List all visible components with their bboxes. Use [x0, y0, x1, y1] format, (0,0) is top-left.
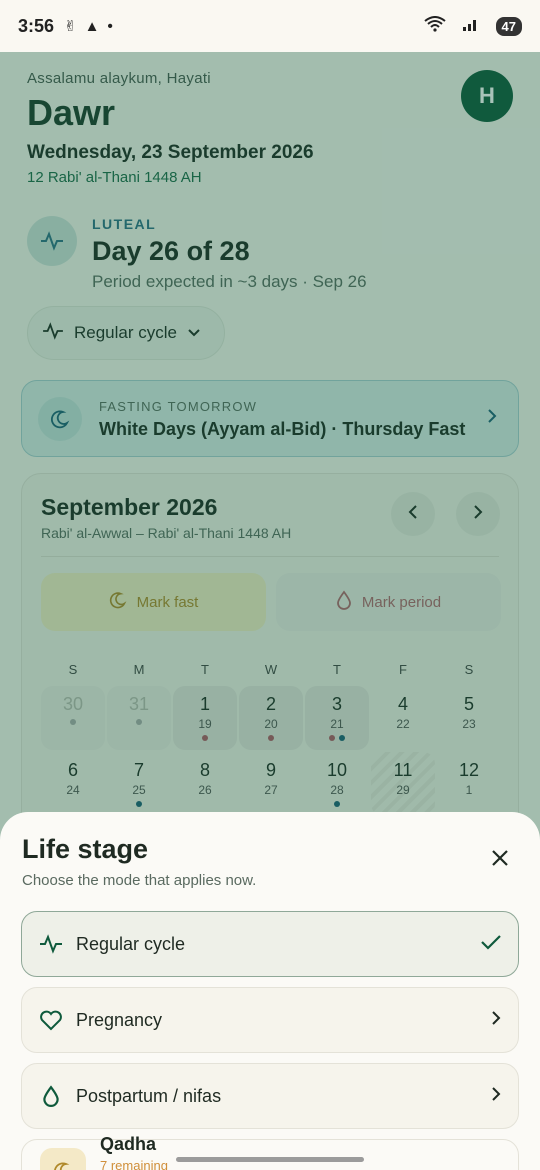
qadha-card[interactable]: Qadha 7 remaining — [21, 1134, 519, 1170]
qadha-remaining: 7 remaining — [100, 1158, 168, 1170]
battery-icon: 47 — [495, 16, 522, 36]
home-indicator[interactable] — [176, 1157, 364, 1162]
option-label: Postpartum / nifas — [76, 1085, 222, 1106]
chevron-right-icon — [490, 1009, 502, 1032]
chevron-right-icon — [490, 1085, 502, 1108]
sheet-subtitle: Choose the mode that applies now. — [22, 872, 257, 889]
qadha-title: Qadha — [100, 1134, 157, 1154]
sheet-title: Life stage — [22, 834, 149, 864]
pulse-icon — [38, 931, 64, 957]
option-label: Regular cycle — [76, 933, 186, 954]
signal-icon — [462, 16, 480, 36]
status-time: 3:56 — [18, 15, 55, 36]
close-icon — [490, 848, 510, 873]
status-bar: 3:56 ✌ ▲ • 47 — [0, 0, 540, 52]
drop-icon — [38, 1083, 64, 1109]
option-label: Pregnancy — [76, 1009, 163, 1030]
option-pregnancy[interactable]: Pregnancy — [21, 987, 519, 1053]
wifi-icon — [423, 16, 446, 36]
option-regular-cycle[interactable]: Regular cycle — [21, 911, 519, 977]
moon-icon — [40, 1148, 86, 1170]
option-postpartum[interactable]: Postpartum / nifas — [21, 1063, 519, 1129]
check-icon — [480, 933, 502, 956]
life-stage-sheet: Life stage Choose the mode that applies … — [0, 812, 540, 1170]
heart-icon — [38, 1007, 64, 1033]
hand-icon: ✌ — [64, 18, 77, 35]
close-button[interactable] — [482, 842, 518, 878]
notification-dot-icon: • — [107, 17, 113, 35]
app-notification-icon: ▲ — [84, 17, 100, 35]
